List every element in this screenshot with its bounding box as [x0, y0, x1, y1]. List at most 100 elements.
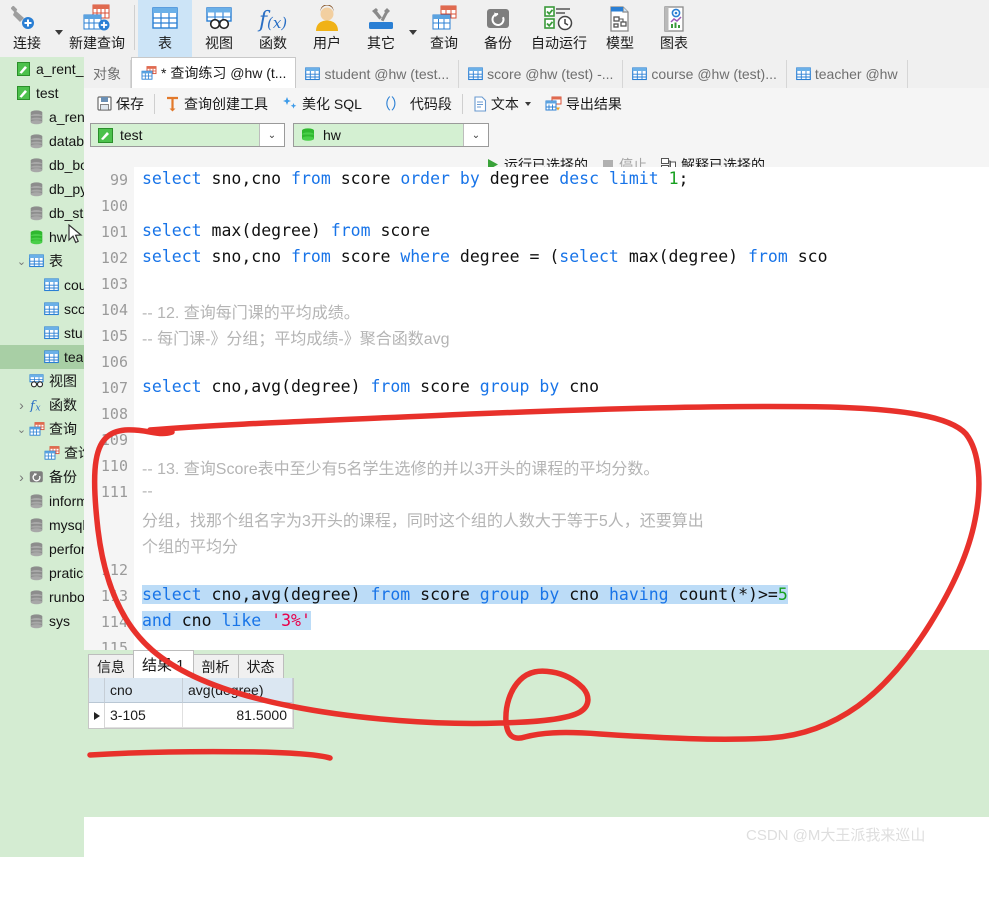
- cell-cno[interactable]: 3-105: [105, 703, 183, 728]
- column-header-cno[interactable]: cno: [105, 678, 183, 703]
- document-tab-4[interactable]: course @hw (test)...: [623, 60, 787, 88]
- sidebar-item-mysql[interactable]: mysql: [0, 513, 84, 537]
- ribbon-item-query[interactable]: 查询: [417, 0, 471, 57]
- result-tab-1[interactable]: 结果 1: [133, 650, 194, 678]
- ribbon-item-chart[interactable]: 图表: [647, 0, 701, 57]
- code-line[interactable]: select cno,avg(degree) from score group …: [142, 585, 788, 604]
- sidebar-item-pratice[interactable]: pratice: [0, 561, 84, 585]
- export-result-button[interactable]: 导出结果: [538, 91, 629, 116]
- sidebar-item-sco[interactable]: sco: [0, 297, 84, 321]
- ribbon-item-label: 连接: [13, 35, 41, 51]
- sidebar-item-表[interactable]: ⌄ 表: [0, 249, 84, 273]
- document-tab-0[interactable]: 对象: [84, 60, 131, 88]
- connection-selector-bar[interactable]: test ⌄ hw ⌄: [84, 119, 989, 151]
- code-snippet-button[interactable]: （） 代码段: [369, 91, 459, 116]
- sidebar-item-tea[interactable]: tea: [0, 345, 84, 369]
- ribbon-item-model[interactable]: 模型: [593, 0, 647, 57]
- csdn-watermark: CSDN @M大王派我来巡山: [746, 827, 926, 844]
- document-tab-5[interactable]: teacher @hw: [787, 60, 908, 88]
- sidebar-item-cou[interactable]: cou: [0, 273, 84, 297]
- navigation-sidebar[interactable]: a_rent_houtest a_rent_hdatabas db_bool db_p…: [0, 57, 84, 857]
- sidebar-item-perform[interactable]: perform: [0, 537, 84, 561]
- code-line[interactable]: select cno,avg(degree) from score group …: [142, 377, 599, 396]
- sidebar-item-查询[interactable]: ⌄ 查询: [0, 417, 84, 441]
- sidebar-item-备份[interactable]: › 备份: [0, 465, 84, 489]
- sidebar-item-label: db_bool: [49, 157, 84, 173]
- sidebar-item-a_rent_hou[interactable]: a_rent_hou: [0, 57, 84, 81]
- code-line[interactable]: -- 13. 查询Score表中至少有5名学生选修的并以3开头的课程的平均分数。: [142, 455, 659, 479]
- code-line[interactable]: -- 12. 查询每门课的平均成绩。: [142, 299, 360, 323]
- connection-dropdown-caret-icon[interactable]: [55, 30, 63, 35]
- text-mode-caret-icon[interactable]: [524, 101, 531, 106]
- document-tab-2[interactable]: student @hw (test...: [296, 60, 460, 88]
- sidebar-item-label: tea: [64, 349, 84, 365]
- ribbon-item-new-query[interactable]: 新建查询: [63, 0, 131, 57]
- document-tab-strip[interactable]: 对象 * 查询练习 @hw (t... student @hw (test... sc…: [84, 57, 989, 89]
- document-tab-1[interactable]: * 查询练习 @hw (t...: [131, 57, 297, 88]
- sql-editor[interactable]: 99 100 101 102 103 104 105 106 107 108 109 110 111 11…: [84, 167, 989, 650]
- sidebar-item-sys[interactable]: sys: [0, 609, 84, 633]
- ribbon-item-table[interactable]: 表: [138, 0, 192, 57]
- code-line[interactable]: select sno,cno from score order by degre…: [142, 169, 688, 188]
- editor-toolbar[interactable]: 保存 查询创建工具 美化 SQL （） 代码段 文本 导出结果: [84, 88, 989, 119]
- tree-item-icon: [15, 62, 32, 76]
- code-line[interactable]: --: [142, 481, 153, 501]
- result-tab-0[interactable]: 信息: [88, 654, 134, 678]
- ribbon-item-label: 表: [158, 35, 172, 51]
- code-line[interactable]: select max(degree) from score: [142, 221, 430, 240]
- chevron-down-icon[interactable]: ⌄: [15, 255, 28, 268]
- result-grid[interactable]: cno avg(degree) 3-105 81.5000: [88, 678, 294, 729]
- sidebar-item-a_rent_h[interactable]: a_rent_h: [0, 105, 84, 129]
- sidebar-item-databas[interactable]: databas: [0, 129, 84, 153]
- sidebar-item-db_bool[interactable]: db_bool: [0, 153, 84, 177]
- code-line[interactable]: 个组的平均分: [142, 533, 238, 557]
- connection-select[interactable]: test ⌄: [90, 123, 285, 147]
- sidebar-item-test[interactable]: test: [0, 81, 84, 105]
- chevron-down-icon[interactable]: ⌄: [15, 423, 28, 436]
- column-header-avg-degree[interactable]: avg(degree): [183, 678, 293, 703]
- ribbon-item-function[interactable]: f (x) 函数: [246, 0, 300, 57]
- sidebar-item-runbook[interactable]: runbook: [0, 585, 84, 609]
- sidebar-item-视图[interactable]: 视图: [0, 369, 84, 393]
- text-mode-button[interactable]: 文本: [466, 91, 538, 116]
- line-number: 103: [100, 275, 128, 293]
- chevron-down-icon[interactable]: ⌄: [463, 124, 488, 146]
- ribbon-item-view[interactable]: 视图: [192, 0, 246, 57]
- ribbon-item-connection[interactable]: 连接: [0, 0, 54, 57]
- table-row[interactable]: 3-105 81.5000: [89, 703, 293, 728]
- sidebar-item-db_pyto[interactable]: db_pyto: [0, 177, 84, 201]
- code-token: select: [142, 169, 212, 188]
- sidebar-item-informat[interactable]: informat: [0, 489, 84, 513]
- document-tab-3[interactable]: score @hw (test) -...: [459, 60, 624, 88]
- database-tree[interactable]: a_rent_houtest a_rent_hdatabas db_bool db_p…: [0, 57, 84, 633]
- sidebar-item-stu[interactable]: stu: [0, 321, 84, 345]
- ribbon-item-user[interactable]: 用户: [300, 0, 354, 57]
- ribbon-item-backup[interactable]: 备份: [471, 0, 525, 57]
- code-line[interactable]: -- 每门课-》分组；平均成绩-》聚合函数avg: [142, 325, 450, 349]
- sidebar-item-函数[interactable]: › f x 函数: [0, 393, 84, 417]
- beautify-sql-button[interactable]: 美化 SQL: [275, 91, 369, 116]
- sidebar-item-label: 视图: [49, 373, 77, 389]
- sidebar-item-db_stu[interactable]: db_stu: [0, 201, 84, 225]
- chevron-right-icon[interactable]: ›: [15, 469, 28, 485]
- query-builder-button[interactable]: 查询创建工具: [158, 91, 275, 116]
- other-dropdown-caret-icon[interactable]: [409, 30, 417, 35]
- code-line[interactable]: 分组，找那个组名字为3开头的课程，同时这个组的人数大于等于5人，还要算出: [142, 507, 704, 531]
- ribbon-item-other[interactable]: 其它: [354, 0, 408, 57]
- ribbon-item-auto-run[interactable]: 自动运行: [525, 0, 593, 57]
- chevron-down-icon[interactable]: ⌄: [259, 124, 284, 146]
- chevron-right-icon[interactable]: ›: [15, 397, 28, 413]
- code-token: -- 12. 查询每门课的平均成绩。: [142, 305, 360, 322]
- sidebar-item-label: a_rent_h: [49, 109, 84, 125]
- result-tab-3[interactable]: 状态: [237, 654, 284, 678]
- result-tab-strip[interactable]: 信息 结果 1 剖析 状态: [84, 650, 284, 678]
- result-tab-2[interactable]: 剖析: [192, 654, 239, 678]
- code-line[interactable]: select sno,cno from score where degree =…: [142, 247, 828, 266]
- save-button[interactable]: 保存: [90, 91, 151, 116]
- code-token: by: [459, 169, 490, 188]
- sidebar-item-查询[interactable]: 查询: [0, 441, 84, 465]
- cell-avg-degree[interactable]: 81.5000: [183, 703, 293, 728]
- code-line[interactable]: and cno like '3%': [142, 611, 311, 630]
- code-token: -- 13. 查询Score表中至少有5名学生选修的并以3开头的课程的平均分数。: [142, 461, 660, 478]
- database-select[interactable]: hw ⌄: [293, 123, 489, 147]
